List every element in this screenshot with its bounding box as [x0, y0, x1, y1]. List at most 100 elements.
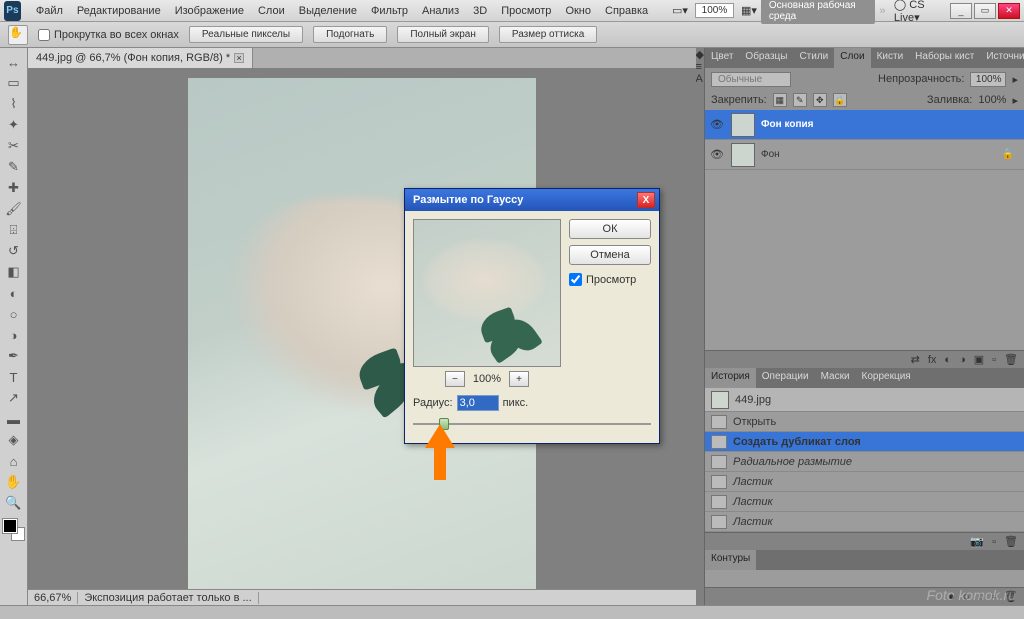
- radius-input[interactable]: [457, 395, 499, 411]
- menu-analysis[interactable]: Анализ: [415, 5, 466, 17]
- document-tab[interactable]: 449.jpg @ 66,7% (Фон копия, RGB/8) *×: [28, 48, 253, 68]
- menu-edit[interactable]: Редактирование: [70, 5, 168, 17]
- full-screen-button[interactable]: Полный экран: [397, 26, 489, 43]
- opacity-field[interactable]: 100%: [970, 72, 1006, 87]
- workspace-switcher[interactable]: Основная рабочая среда: [761, 0, 875, 24]
- history-step[interactable]: Ластик: [705, 472, 1024, 492]
- menu-select[interactable]: Выделение: [292, 5, 364, 17]
- camera-tool-icon[interactable]: ⌂: [2, 451, 26, 471]
- crop-tool-icon[interactable]: ✂: [2, 136, 26, 156]
- group-icon[interactable]: ▣: [974, 353, 984, 366]
- tab-actions[interactable]: Операции: [756, 368, 815, 388]
- tab-styles[interactable]: Стили: [793, 48, 834, 68]
- zoom-tool-icon[interactable]: 🔍: [2, 493, 26, 513]
- actual-pixels-button[interactable]: Реальные пикселы: [189, 26, 303, 43]
- move-tool-icon[interactable]: ↔: [2, 52, 26, 72]
- shape-tool-icon[interactable]: ▬: [2, 409, 26, 429]
- mask-icon[interactable]: ◐: [944, 354, 951, 366]
- layer-thumbnail[interactable]: [731, 113, 755, 137]
- history-brush-tool-icon[interactable]: ↺: [2, 241, 26, 261]
- cancel-button[interactable]: Отмена: [569, 245, 651, 265]
- lock-transparent-icon[interactable]: ▦: [773, 93, 787, 107]
- collapsed-panels[interactable]: ◆ ≡ A: [696, 48, 704, 605]
- type-tool-icon[interactable]: T: [2, 367, 26, 387]
- visibility-icon[interactable]: 👁: [709, 148, 725, 161]
- history-document[interactable]: 449.jpg: [705, 388, 1024, 412]
- zoom-field[interactable]: 100%: [695, 3, 735, 18]
- hand-tool2-icon[interactable]: ✋: [2, 472, 26, 492]
- tab-brush-presets[interactable]: Наборы кист: [909, 48, 980, 68]
- tab-close-icon[interactable]: ×: [234, 53, 244, 63]
- cslive-button[interactable]: ◯ CS Live▾: [894, 0, 944, 24]
- visibility-icon[interactable]: 👁: [709, 118, 725, 131]
- trash-icon[interactable]: 🗑: [1004, 535, 1018, 548]
- history-step[interactable]: Радиальное размытие: [705, 452, 1024, 472]
- hand-tool-icon[interactable]: ✋: [8, 25, 28, 45]
- gradient-tool-icon[interactable]: ◐: [2, 283, 26, 303]
- history-step[interactable]: Открыть: [705, 412, 1024, 432]
- layer-thumbnail[interactable]: [731, 143, 755, 167]
- menu-filter[interactable]: Фильтр: [364, 5, 415, 17]
- tab-color[interactable]: Цвет: [705, 48, 739, 68]
- lock-all-icon[interactable]: 🔒: [833, 93, 847, 107]
- blur-tool-icon[interactable]: ○: [2, 304, 26, 324]
- menu-view[interactable]: Просмотр: [494, 5, 558, 17]
- layer-row[interactable]: 👁 Фон 🔒: [705, 140, 1024, 170]
- eyedropper-tool-icon[interactable]: ✎: [2, 157, 26, 177]
- snapshot-icon[interactable]: 📷: [970, 535, 984, 548]
- blend-mode-select[interactable]: Обычные: [711, 72, 791, 87]
- menu-image[interactable]: Изображение: [168, 5, 251, 17]
- history-step[interactable]: Ластик: [705, 512, 1024, 532]
- window-close-icon[interactable]: ✕: [998, 3, 1020, 19]
- menu-window[interactable]: Окно: [558, 5, 598, 17]
- zoom-readout[interactable]: 66,67%: [28, 592, 78, 604]
- arrange-icon[interactable]: ▦▾: [741, 4, 757, 17]
- window-maximize-icon[interactable]: ▭: [974, 3, 996, 19]
- fill-field[interactable]: 100%: [978, 94, 1006, 106]
- tab-history[interactable]: История: [705, 368, 756, 388]
- path-tool-icon[interactable]: ↗: [2, 388, 26, 408]
- menu-file[interactable]: Файл: [29, 5, 70, 17]
- eraser-tool-icon[interactable]: ◧: [2, 262, 26, 282]
- collapsed-icon[interactable]: A: [696, 73, 704, 85]
- screen-mode-icon[interactable]: ▭▾: [672, 4, 688, 17]
- lock-pixels-icon[interactable]: ✎: [793, 93, 807, 107]
- collapsed-icon[interactable]: ◆: [696, 48, 704, 61]
- lasso-tool-icon[interactable]: ⌇: [2, 94, 26, 114]
- layer-row[interactable]: 👁 Фон копия: [705, 110, 1024, 140]
- tab-paths[interactable]: Контуры: [705, 550, 756, 570]
- new-doc-icon[interactable]: ▫: [992, 536, 996, 548]
- window-minimize-icon[interactable]: _: [950, 3, 972, 19]
- link-icon[interactable]: ⇄: [911, 353, 920, 366]
- menu-3d[interactable]: 3D: [466, 5, 494, 17]
- trash-icon[interactable]: 🗑: [1004, 353, 1018, 366]
- lock-position-icon[interactable]: ✥: [813, 93, 827, 107]
- layer-name[interactable]: Фон: [761, 149, 780, 160]
- scroll-all-checkbox[interactable]: [38, 29, 50, 41]
- print-size-button[interactable]: Размер оттиска: [499, 26, 597, 43]
- menu-layers[interactable]: Слои: [251, 5, 292, 17]
- heal-tool-icon[interactable]: ✚: [2, 178, 26, 198]
- brush-tool-icon[interactable]: 🖌: [2, 199, 26, 219]
- new-layer-icon[interactable]: ▫: [992, 354, 996, 366]
- tab-masks[interactable]: Маски: [815, 368, 856, 388]
- stamp-tool-icon[interactable]: ⌹: [2, 220, 26, 240]
- dialog-preview[interactable]: [413, 219, 561, 367]
- dialog-close-icon[interactable]: X: [637, 192, 655, 208]
- pen-tool-icon[interactable]: ✒: [2, 346, 26, 366]
- tab-brushes[interactable]: Кисти: [871, 48, 910, 68]
- collapsed-icon[interactable]: ≡: [696, 61, 704, 73]
- zoom-out-button[interactable]: −: [445, 371, 465, 387]
- tab-swatches[interactable]: Образцы: [739, 48, 793, 68]
- tab-layers[interactable]: Слои: [834, 48, 870, 68]
- menu-help[interactable]: Справка: [598, 5, 655, 17]
- preview-checkbox[interactable]: [569, 273, 582, 286]
- zoom-in-button[interactable]: +: [509, 371, 529, 387]
- fit-screen-button[interactable]: Подогнать: [313, 26, 387, 43]
- wand-tool-icon[interactable]: ✦: [2, 115, 26, 135]
- tab-adjustments[interactable]: Коррекция: [856, 368, 917, 388]
- history-step[interactable]: Ластик: [705, 492, 1024, 512]
- 3d-tool-icon[interactable]: ◈: [2, 430, 26, 450]
- tab-clone-source[interactable]: Источник кло: [980, 48, 1024, 68]
- marquee-tool-icon[interactable]: ▭: [2, 73, 26, 93]
